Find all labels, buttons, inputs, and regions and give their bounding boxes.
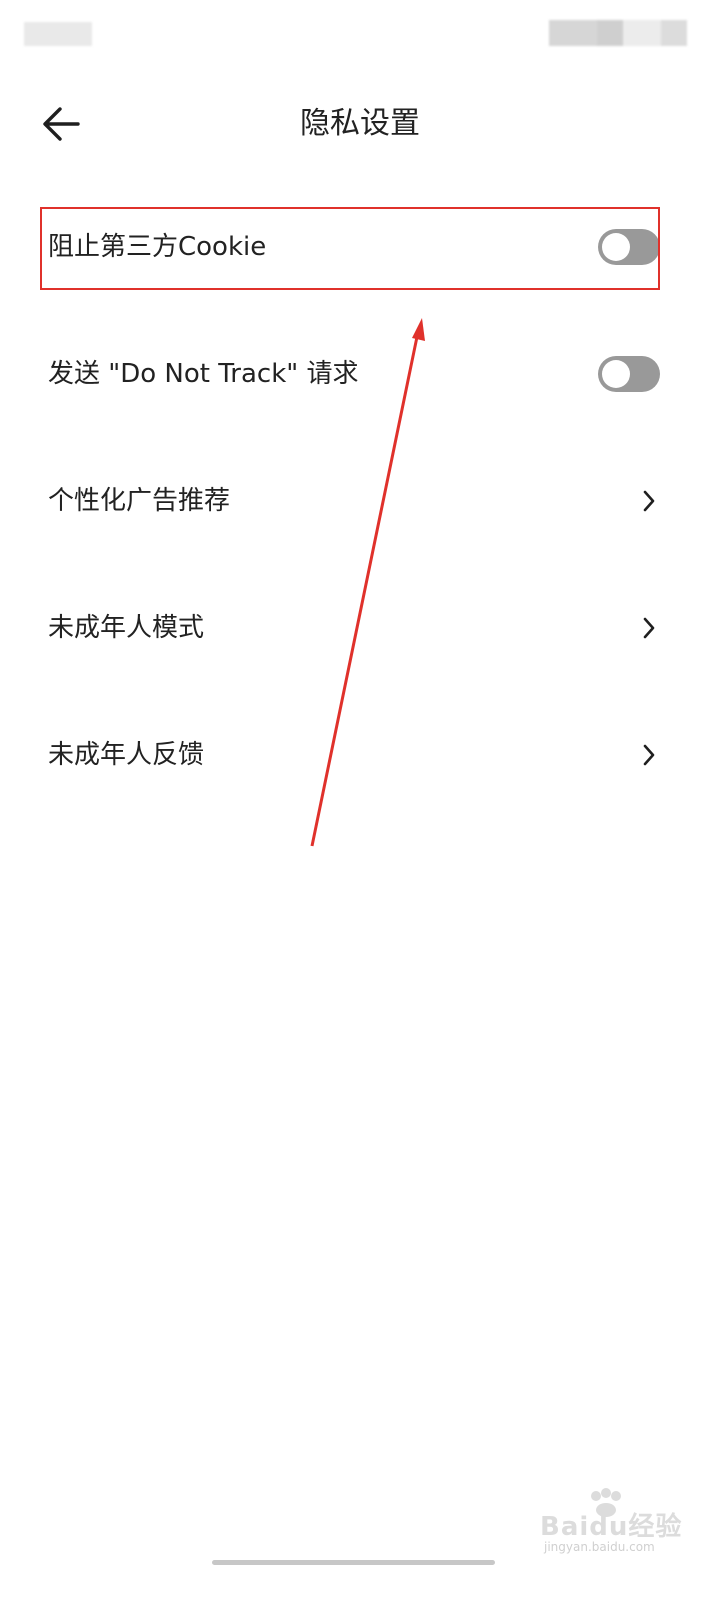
do-not-track-toggle[interactable]	[598, 356, 660, 392]
home-indicator[interactable]	[212, 1560, 495, 1565]
setting-label: 未成年人模式	[48, 613, 205, 643]
setting-row-block-third-party-cookie[interactable]: 阻止第三方Cookie	[48, 217, 660, 277]
baidu-jingyan-watermark: Baidu经验 jingyan.baidu.com	[540, 1488, 681, 1560]
chevron-right-icon	[643, 744, 655, 766]
watermark-subtext: jingyan.baidu.com	[544, 1540, 655, 1554]
chevron-right-icon	[643, 617, 655, 639]
setting-row-minor-feedback[interactable]: 未成年人反馈	[48, 725, 660, 785]
setting-row-personalized-ads[interactable]: 个性化广告推荐	[48, 471, 660, 531]
block-cookie-toggle[interactable]	[598, 229, 660, 265]
status-bar-left-blurred	[24, 22, 92, 46]
setting-row-do-not-track[interactable]: 发送 "Do Not Track" 请求	[48, 344, 660, 404]
setting-label: 个性化广告推荐	[48, 486, 231, 516]
watermark-text: Baidu经验	[540, 1512, 683, 1542]
setting-label: 发送 "Do Not Track" 请求	[48, 359, 359, 389]
setting-label: 阻止第三方Cookie	[48, 232, 267, 262]
toggle-knob	[602, 233, 630, 261]
toggle-knob	[602, 360, 630, 388]
setting-label: 未成年人反馈	[48, 740, 205, 770]
setting-row-minor-mode[interactable]: 未成年人模式	[48, 598, 660, 658]
chevron-right-icon	[643, 490, 655, 512]
page-title: 隐私设置	[300, 106, 420, 141]
status-bar-right-blurred	[549, 20, 687, 46]
